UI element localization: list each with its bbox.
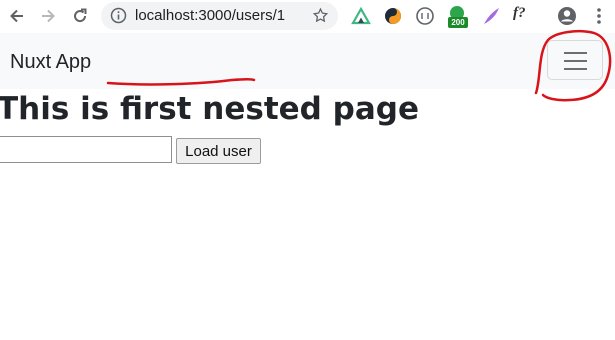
reload-icon xyxy=(74,8,87,23)
info-icon[interactable] xyxy=(110,7,127,24)
bookmark-star-icon[interactable] xyxy=(312,7,329,24)
browser-toolbar: localhost:3000/users/1 200 f? xyxy=(0,0,615,34)
brand-link[interactable]: Nuxt App xyxy=(10,51,91,74)
menu-icon-bar xyxy=(564,60,587,62)
forward-button[interactable] xyxy=(36,4,60,28)
back-button[interactable] xyxy=(5,4,29,28)
extension-swirl-icon[interactable] xyxy=(382,5,404,27)
navbar-toggler-button[interactable] xyxy=(547,40,603,80)
address-bar[interactable]: localhost:3000/users/1 xyxy=(101,2,338,30)
menu-icon-bar xyxy=(564,68,587,70)
forward-arrow-icon xyxy=(42,9,55,23)
page-title: This is first nested page xyxy=(0,91,419,127)
profile-avatar-icon[interactable] xyxy=(556,5,578,27)
extension-circle-icon[interactable] xyxy=(414,5,436,27)
menu-icon-bar xyxy=(564,52,587,54)
load-user-button[interactable]: Load user xyxy=(176,138,261,164)
extension-status-badge: 200 xyxy=(448,17,468,28)
app-navbar: Nuxt App xyxy=(0,33,615,89)
url-text[interactable]: localhost:3000/users/1 xyxy=(135,7,285,24)
back-arrow-icon xyxy=(10,9,23,23)
browser-menu-icon[interactable] xyxy=(588,5,610,27)
feather-extension-icon[interactable] xyxy=(480,5,502,27)
reload-button[interactable] xyxy=(68,4,92,28)
user-id-input[interactable] xyxy=(0,136,172,163)
vue-devtools-icon[interactable] xyxy=(350,5,372,27)
extension-fq-icon[interactable]: f? xyxy=(513,5,526,22)
